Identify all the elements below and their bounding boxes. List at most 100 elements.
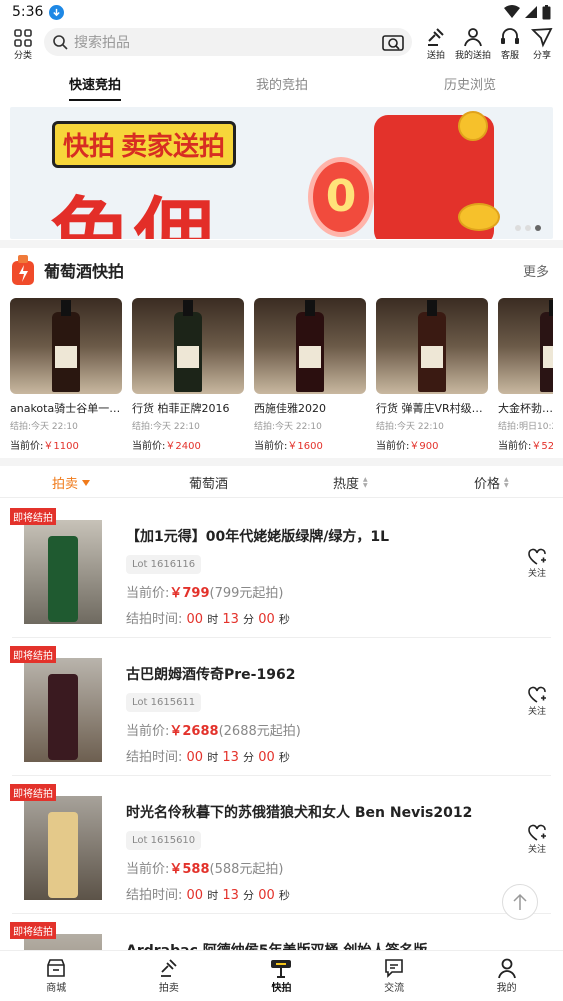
status-bar: 5:36: [0, 0, 563, 24]
ending-soon-badge: 即将结拍: [10, 508, 56, 525]
grid-icon: [14, 28, 32, 47]
timer-minutes: 13: [222, 612, 239, 627]
product-image: [24, 796, 102, 900]
quick-item-price: ￥1100: [43, 441, 79, 452]
quick-auction-icon: [271, 960, 292, 978]
nav-mall[interactable]: 商城: [0, 951, 113, 1001]
sort-icon: ▲ ▼: [363, 475, 368, 489]
wine-section-header: 葡萄酒快拍 更多: [10, 255, 553, 285]
nav-community[interactable]: 交流: [338, 951, 451, 1001]
timer-label: 结拍时间:: [126, 750, 183, 765]
quick-item-name: 行货 弹菁庄VR村级2…: [376, 402, 488, 415]
listing-title: 古巴朗姆酒传奇Pre-1962: [126, 667, 296, 683]
my-send-auction-button[interactable]: 我的送拍: [455, 26, 491, 61]
banner-tag-right: 卖家送拍: [121, 132, 226, 162]
tab-bar: 快速竞拍 我的竞拍 历史浏览: [0, 64, 563, 106]
share-label: 分享: [532, 51, 551, 61]
tab-quick-auction[interactable]: 快速竞拍: [69, 74, 122, 101]
product-image: [24, 658, 102, 762]
lot-number: Lot 1615611: [126, 693, 202, 712]
listing-item[interactable]: 即将结拍 【加1元得】00年代姥姥版绿牌/绿方，1L Lot 1616116 当…: [0, 500, 563, 638]
bottom-nav: 商城 拍卖 快拍 交流 我的: [0, 950, 563, 1001]
timer-unit: 分: [243, 613, 255, 626]
quick-item-name: 大金杯勃艮第: [498, 402, 553, 415]
listing-item[interactable]: 即将结拍 Ardrabac 阿德纳侯5年美版双桶 创始人签名版: [0, 914, 563, 950]
current-price: ￥588: [169, 862, 210, 877]
filter-auction-label: 拍卖: [52, 477, 79, 492]
product-image: [132, 298, 244, 394]
follow-button[interactable]: 关注: [527, 686, 547, 717]
category-button[interactable]: 分类: [6, 28, 40, 61]
nav-mall-label: 商城: [46, 983, 67, 994]
search-icon: [53, 35, 68, 50]
price-label: 当前价:: [126, 586, 170, 601]
filter-price[interactable]: 价格 ▲ ▼: [474, 473, 509, 492]
customer-service-button[interactable]: 客服: [497, 26, 523, 61]
listing-title: Ardrabac 阿德纳侯5年美版双桶 创始人签名版: [126, 940, 427, 950]
quick-item-price: ￥528: [531, 441, 553, 452]
follow-button[interactable]: 关注: [527, 824, 547, 855]
filter-popularity[interactable]: 热度 ▲ ▼: [333, 473, 368, 492]
nav-community-label: 交流: [384, 983, 405, 994]
filter-wine-label: 葡萄酒: [189, 477, 229, 492]
listing-title: 时光名伶秋暮下的苏俄猎狼犬和女人 Ben Nevis2012: [126, 805, 473, 821]
listing-item[interactable]: 即将结拍 时光名伶秋暮下的苏俄猎狼犬和女人 Ben Nevis2012 Lot …: [0, 776, 563, 914]
nav-auction[interactable]: 拍卖: [113, 951, 226, 1001]
quick-item-time: 结拍:今天 22:10: [376, 422, 444, 432]
quick-item[interactable]: 大金杯勃艮第 结拍:明日10:20 当前价:￥528: [498, 298, 553, 452]
timer-unit: 时: [207, 751, 219, 764]
listing-title: 【加1元得】00年代姥姥版绿牌/绿方，1L: [126, 529, 389, 545]
filter-bar: 拍卖 葡萄酒 热度 ▲ ▼ 价格 ▲ ▼: [0, 468, 563, 498]
share-button[interactable]: 分享: [529, 26, 555, 61]
send-auction-button[interactable]: 送拍: [423, 26, 449, 61]
top-bar: 分类 搜索拍品 送拍 我的送拍 客服 分享: [0, 24, 563, 64]
filter-auction[interactable]: 拍卖: [52, 473, 91, 492]
search-input[interactable]: 搜索拍品: [74, 32, 382, 52]
current-price: ￥799: [169, 586, 210, 601]
nav-quick-auction[interactable]: 快拍: [225, 951, 338, 1001]
nav-profile[interactable]: 我的: [450, 951, 563, 1001]
quick-item-time: 结拍:今天 22:10: [132, 422, 200, 432]
quick-item[interactable]: 行货 弹菁庄VR村级2… 结拍:今天 22:10 当前价:￥900: [376, 298, 488, 452]
quick-item-price: ￥2400: [165, 441, 201, 452]
heart-plus-icon: [528, 548, 546, 565]
lot-number: Lot 1616116: [126, 555, 202, 574]
follow-label: 关注: [527, 569, 546, 579]
back-to-top-button[interactable]: [502, 884, 538, 920]
price-label: 当前价:: [376, 441, 410, 452]
headset-icon: [501, 28, 519, 44]
timer-unit: 时: [207, 613, 219, 626]
follow-button[interactable]: 关注: [527, 548, 547, 579]
promo-banner[interactable]: 快拍 卖家送拍 免佣 0: [10, 107, 553, 239]
nav-auction-label: 拍卖: [158, 983, 179, 994]
price-label: 当前价:: [126, 724, 170, 739]
status-time: 5:36: [12, 4, 44, 20]
listing-item[interactable]: 即将结拍 古巴朗姆酒传奇Pre-1962 Lot 1615611 当前价:￥26…: [0, 638, 563, 776]
timer-unit: 秒: [278, 889, 290, 902]
follow-label: 关注: [527, 845, 546, 855]
product-image: [24, 520, 102, 624]
timer-hours: 00: [186, 888, 204, 903]
search-bar[interactable]: 搜索拍品: [44, 28, 412, 56]
more-link[interactable]: 更多: [523, 261, 549, 280]
send-auction-label: 送拍: [426, 51, 445, 61]
coin-graphic: [458, 111, 488, 141]
follow-label: 关注: [527, 707, 546, 717]
product-image: [10, 298, 122, 394]
tab-my-auction[interactable]: 我的竞拍: [256, 74, 308, 93]
section-divider: [0, 458, 563, 466]
ending-soon-badge: 即将结拍: [10, 784, 56, 801]
caret-down-icon: [82, 479, 91, 486]
filter-wine[interactable]: 葡萄酒: [189, 473, 228, 492]
heart-plus-icon: [528, 686, 546, 703]
download-icon: [49, 4, 65, 20]
quick-item[interactable]: anakota骑士谷单一… 结拍:今天 22:10 当前价:￥1100: [10, 298, 122, 452]
tab-history[interactable]: 历史浏览: [444, 74, 496, 93]
quick-item-time: 结拍:今天 22:10: [10, 422, 78, 432]
nav-profile-label: 我的: [496, 983, 517, 994]
quick-item[interactable]: 行货 柏菲正牌2016 结拍:今天 22:10 当前价:￥2400: [132, 298, 244, 452]
quick-item-name: 行货 柏菲正牌2016: [132, 402, 230, 415]
quick-item[interactable]: 西施佳雅2020 结拍:今天 22:10 当前价:￥1600: [254, 298, 366, 452]
price-label: 当前价:: [132, 441, 166, 452]
camera-search-icon[interactable]: [382, 32, 404, 52]
